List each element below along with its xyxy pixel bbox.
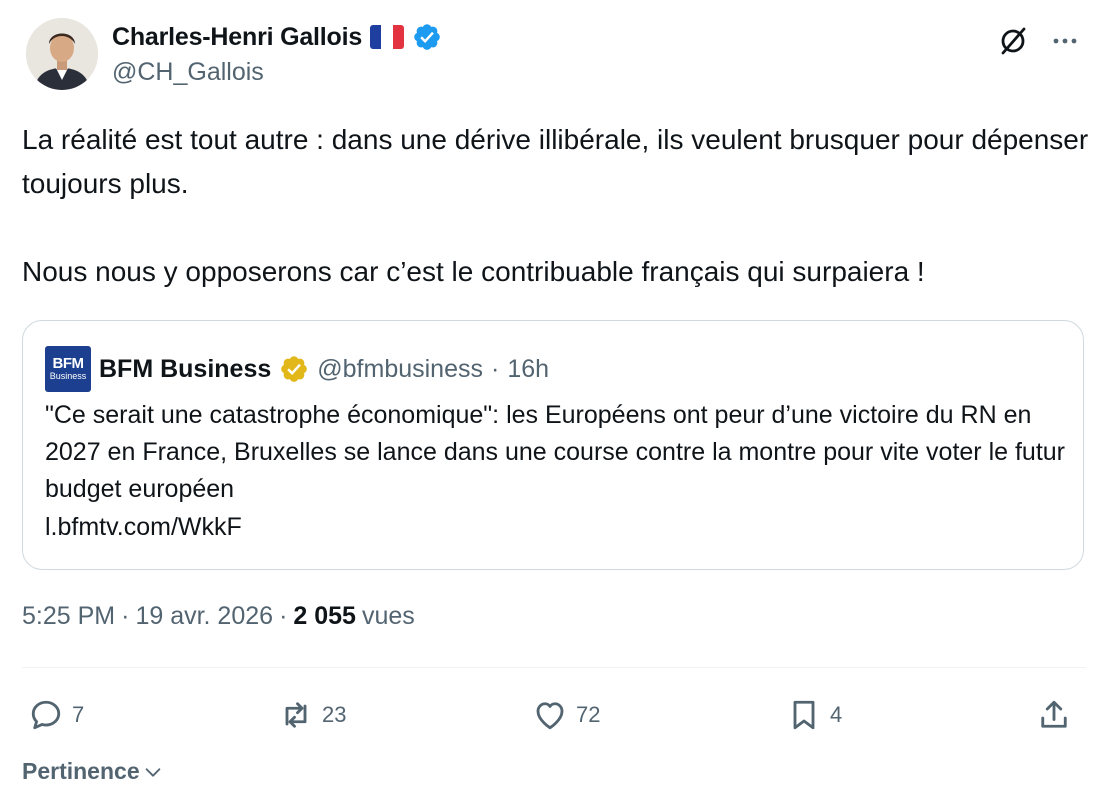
meta-separator: ·: [121, 602, 130, 630]
quoted-tweet-card[interactable]: BFM Business BFM Business @bfmbusiness ·…: [22, 320, 1084, 570]
action-bar: 7 23 72 4: [22, 690, 1086, 740]
repost-count: 23: [322, 702, 347, 727]
more-options-icon[interactable]: [1048, 24, 1082, 58]
verified-badge-icon: [414, 24, 440, 50]
tweet-header: Charles-Henri Gallois @CH_Gallois: [22, 16, 1086, 96]
bookmark-button[interactable]: 4: [786, 690, 842, 740]
tweet-metadata: 5:25 PM · 19 avr. 2026 · 2 055 vues: [22, 602, 415, 631]
quoted-author-handle[interactable]: @bfmbusiness: [317, 355, 483, 384]
quoted-timestamp[interactable]: 16h: [507, 355, 549, 384]
quoted-separator: ·: [491, 354, 500, 383]
views-count[interactable]: 2 055: [293, 602, 356, 631]
author-name-row: Charles-Henri Gallois: [112, 20, 442, 54]
author-avatar[interactable]: [26, 18, 98, 90]
quoted-tweet-text: "Ce serait une catastrophe économique": …: [45, 401, 1066, 503]
reply-count: 7: [72, 702, 85, 727]
tweet-date[interactable]: 19 avr. 2026: [135, 602, 273, 631]
author-display-name[interactable]: Charles-Henri Gallois: [112, 23, 362, 52]
bfm-logo-text: BFM: [52, 355, 85, 372]
reply-button[interactable]: 7: [28, 690, 84, 740]
bookmark-count: 4: [830, 702, 843, 727]
grok-icon[interactable]: [996, 24, 1030, 58]
bfm-logo-subtext: Business: [49, 371, 87, 381]
tweet-text: La réalité est tout autre : dans une dér…: [22, 124, 1089, 287]
divider: [22, 667, 1086, 668]
quoted-tweet-link[interactable]: l.bfmtv.com/WkkF: [45, 509, 242, 546]
avatar-image: [26, 18, 98, 90]
sort-dropdown[interactable]: Pertinence: [22, 758, 164, 785]
like-count: 72: [576, 702, 601, 727]
sort-label: Pertinence: [22, 758, 140, 784]
chevron-down-icon: [145, 767, 160, 777]
share-button[interactable]: [1036, 690, 1072, 740]
tweet-time[interactable]: 5:25 PM: [22, 602, 115, 631]
author-handle[interactable]: @CH_Gallois: [112, 58, 264, 87]
gold-verified-badge-icon: [281, 356, 308, 382]
repost-button[interactable]: 23: [278, 690, 346, 740]
french-flag-icon: [370, 25, 405, 49]
bookmark-icon: [793, 700, 815, 730]
quoted-author-name[interactable]: BFM Business: [99, 355, 271, 384]
bfm-business-logo: BFM Business: [45, 346, 91, 392]
share-icon: [1041, 700, 1067, 728]
repost-icon: [285, 702, 307, 728]
heart-icon: [536, 702, 564, 730]
meta-separator: ·: [279, 602, 288, 630]
views-label: vues: [361, 602, 415, 630]
like-button[interactable]: 72: [532, 690, 600, 740]
reply-icon: [31, 700, 61, 730]
quoted-tweet-header: BFM Business BFM Business @bfmbusiness ·…: [45, 345, 549, 393]
